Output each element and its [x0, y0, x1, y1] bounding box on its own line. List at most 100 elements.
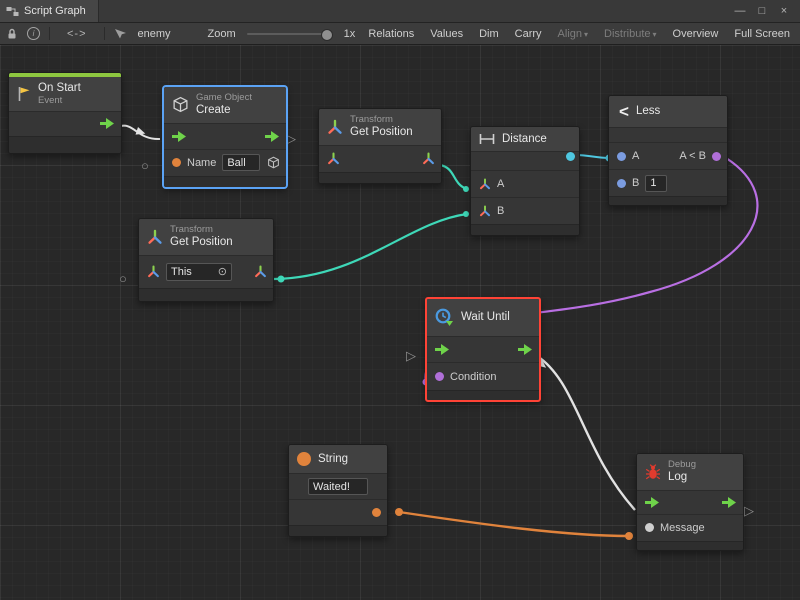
transform-icon	[327, 119, 343, 135]
node-title: Distance	[502, 132, 547, 146]
flow-input-port[interactable]	[172, 131, 187, 142]
name-field[interactable]	[222, 154, 260, 171]
node-get-position-top[interactable]: Transform Get Position	[318, 108, 442, 184]
node-debug-log[interactable]: Debug Log Message	[636, 453, 744, 551]
node-title: Wait Until	[461, 310, 510, 324]
node-title: Get Position	[170, 235, 233, 249]
vector-input-port[interactable]	[479, 205, 491, 217]
values-button[interactable]: Values	[428, 28, 465, 40]
vector-output-port[interactable]	[422, 152, 435, 165]
node-title: On Start	[38, 81, 81, 95]
port-label: Name	[187, 157, 216, 169]
node-wait-until[interactable]: Wait Until Condition	[425, 297, 541, 402]
transform-icon	[147, 229, 163, 245]
overview-button[interactable]: Overview	[671, 28, 721, 40]
tab-title: Script Graph	[24, 5, 86, 17]
node-footer	[289, 525, 387, 536]
carry-button[interactable]: Carry	[513, 28, 544, 40]
target-field[interactable]: This ⊙	[166, 263, 232, 281]
lock-icon[interactable]	[6, 28, 18, 40]
graph-owner-icon	[114, 28, 127, 40]
string-output-port[interactable]	[372, 508, 381, 517]
distance-icon	[479, 133, 495, 145]
tab-script-graph[interactable]: Script Graph	[0, 0, 99, 22]
zoom-label: Zoom	[206, 28, 238, 40]
bug-icon	[645, 464, 661, 480]
less-icon: <	[619, 103, 629, 120]
node-category: Transform	[170, 224, 233, 235]
node-category: Transform	[350, 114, 413, 125]
zoom-slider[interactable]	[247, 33, 333, 35]
condition-input-port[interactable]	[435, 372, 444, 381]
message-input-port[interactable]	[645, 523, 654, 532]
chevron-down-icon: ▾	[653, 30, 657, 39]
clock-icon	[435, 308, 454, 327]
node-footer	[139, 288, 273, 301]
empty-port-icon: ○	[141, 159, 149, 172]
node-gameobject-create[interactable]: Game Object Create Name	[163, 86, 287, 188]
node-footer	[471, 224, 579, 235]
toolbar-buttons: Relations Values Dim Carry Align▾ Distri…	[366, 28, 794, 40]
title-bar: Script Graph — □ ×	[0, 0, 800, 23]
flow-input-port[interactable]	[435, 344, 450, 355]
node-on-start-event[interactable]: On Start Event	[8, 72, 122, 154]
dim-button[interactable]: Dim	[477, 28, 501, 40]
graph-toolbar: i <-> enemy Zoom 1x Relations Values Dim…	[0, 23, 800, 45]
transform-input-port[interactable]	[327, 152, 340, 165]
node-category: Game Object	[196, 92, 252, 103]
distance-output-port[interactable]	[566, 152, 575, 161]
value-input-port[interactable]	[617, 152, 626, 161]
flow-output-port[interactable]	[100, 118, 115, 129]
flow-output-port[interactable]	[518, 344, 533, 355]
output-label: A < B	[679, 150, 706, 162]
cube-output-port[interactable]	[267, 156, 280, 169]
relations-button[interactable]: Relations	[366, 28, 416, 40]
value-input-port[interactable]	[617, 179, 626, 188]
toolbar-separator	[104, 27, 105, 40]
port-label: B	[497, 205, 504, 217]
window-controls: — □ ×	[732, 0, 800, 22]
maximize-icon[interactable]: □	[754, 0, 770, 22]
flow-output-port[interactable]	[722, 497, 737, 508]
node-footer	[9, 136, 121, 153]
node-subtitle: Event	[38, 95, 81, 106]
flow-input-port[interactable]	[645, 497, 660, 508]
port-label: A	[497, 178, 504, 190]
vector-input-port[interactable]	[479, 178, 491, 190]
distribute-label: Distribute	[604, 28, 650, 40]
minimize-icon[interactable]: —	[732, 0, 748, 22]
align-dropdown[interactable]: Align▾	[556, 28, 590, 40]
node-get-position-bottom[interactable]: Transform Get Position This ⊙	[138, 218, 274, 302]
zoom-value: 1x	[342, 28, 358, 40]
result-output-port[interactable]	[712, 152, 721, 161]
transform-input-port[interactable]	[147, 265, 160, 278]
port-label: Condition	[450, 371, 496, 383]
port-label: A	[632, 150, 639, 162]
close-icon[interactable]: ×	[776, 0, 792, 22]
zoom-slider-handle[interactable]	[321, 29, 333, 41]
graph-owner-label[interactable]: enemy	[136, 28, 173, 40]
graph-icon	[6, 6, 19, 17]
node-distance[interactable]: Distance A B	[470, 126, 580, 236]
node-string-literal[interactable]: String	[288, 444, 388, 537]
fullscreen-button[interactable]: Full Screen	[732, 28, 792, 40]
align-label: Align	[558, 28, 582, 40]
node-less[interactable]: < Less A A < B B	[608, 95, 728, 206]
empty-port-icon: ○	[119, 272, 127, 285]
vector-output-port[interactable]	[254, 265, 267, 278]
node-footer	[164, 176, 286, 187]
b-value-field[interactable]	[645, 175, 667, 192]
string-icon	[297, 452, 311, 466]
value-input-port[interactable]	[172, 158, 181, 167]
toolbar-separator	[49, 27, 50, 40]
chevron-down-icon: ▾	[584, 30, 588, 39]
expand-icon[interactable]: <->	[59, 28, 95, 40]
string-value-field[interactable]	[308, 478, 368, 495]
flow-output-port[interactable]	[265, 131, 280, 142]
target-icon: ⊙	[218, 265, 227, 278]
distribute-dropdown[interactable]: Distribute▾	[602, 28, 658, 40]
target-value: This	[171, 266, 192, 278]
info-icon[interactable]: i	[27, 27, 40, 40]
script-graph-window: Script Graph — □ × i <-> enemy Zoom 1x R…	[0, 0, 800, 600]
flow-continuation-icon: ▷	[744, 504, 754, 517]
